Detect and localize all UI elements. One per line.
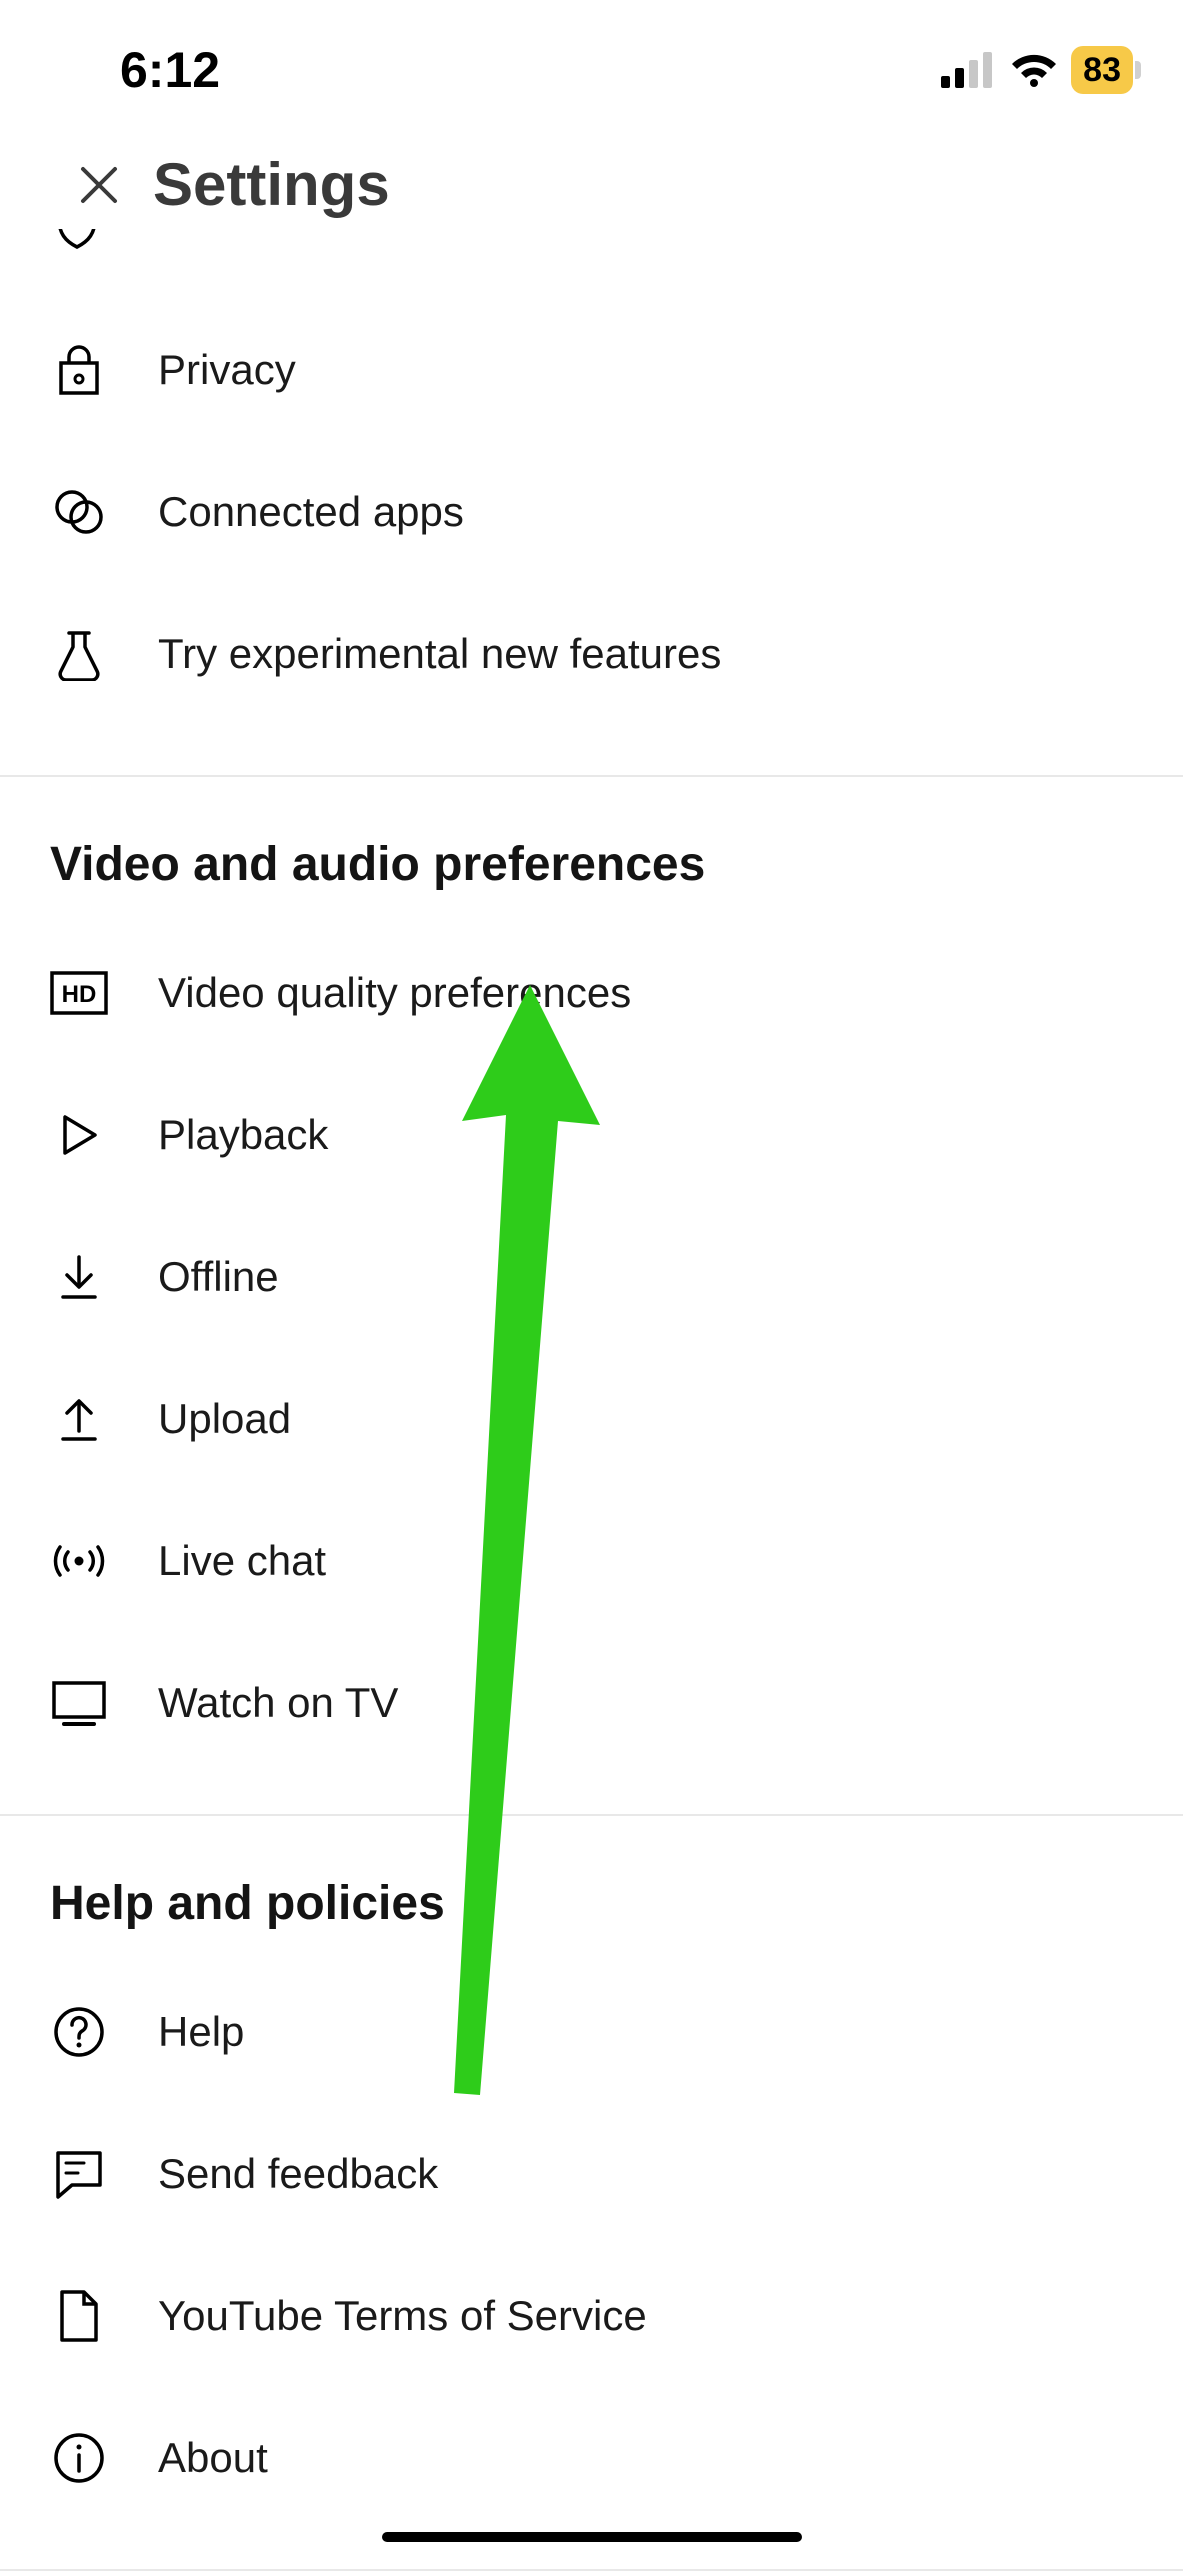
status-bar: 6:12 83 [0, 0, 1183, 130]
lock-icon [50, 341, 108, 399]
menu-item-playback[interactable]: Playback [0, 1064, 1183, 1206]
live-icon [50, 1532, 108, 1590]
menu-item-label: YouTube Terms of Service [158, 2291, 647, 2341]
menu-item-terms[interactable]: YouTube Terms of Service [0, 2245, 1183, 2387]
menu-item-label: About [158, 2433, 268, 2483]
section-title-video: Video and audio preferences [0, 777, 1183, 922]
question-icon [50, 2003, 108, 2061]
status-icons-group: 83 [941, 46, 1133, 94]
page-title: Settings [153, 150, 390, 219]
battery-percent: 83 [1083, 51, 1121, 90]
menu-item-privacy[interactable]: Privacy [0, 299, 1183, 441]
close-icon[interactable] [75, 161, 123, 209]
cellular-signal-icon [941, 52, 997, 88]
menu-item-label: Video quality preferences [158, 968, 631, 1018]
menu-item-experimental[interactable]: Try experimental new features [0, 583, 1183, 725]
shield-icon [50, 229, 104, 249]
menu-item-watch-on-tv[interactable]: Watch on TV [0, 1632, 1183, 1774]
menu-item-label: Offline [158, 1252, 279, 1302]
tv-icon [50, 1674, 108, 1732]
menu-item-label: Try experimental new features [158, 629, 721, 679]
menu-item-upload[interactable]: Upload [0, 1348, 1183, 1490]
menu-item-live-chat[interactable]: Live chat [0, 1490, 1183, 1632]
play-icon [50, 1106, 108, 1164]
connected-circles-icon [50, 483, 108, 541]
menu-item-label: Help [158, 2007, 244, 2057]
battery-indicator: 83 [1071, 46, 1133, 94]
menu-item-your-data[interactable]: Your data in YouTube [0, 229, 1183, 299]
section-account-continued: Privacy Connected apps Try experimental … [0, 299, 1183, 777]
feedback-icon [50, 2145, 108, 2203]
info-icon [50, 2429, 108, 2487]
section-title-help: Help and policies [0, 1816, 1183, 1961]
menu-item-send-feedback[interactable]: Send feedback [0, 2103, 1183, 2245]
svg-text:HD: HD [62, 981, 97, 1008]
upload-icon [50, 1390, 108, 1448]
menu-item-about[interactable]: About [0, 2387, 1183, 2529]
menu-item-label: Send feedback [158, 2149, 438, 2199]
section-video-audio: Video and audio preferences HD Video qua… [0, 777, 1183, 1816]
menu-item-help[interactable]: Help [0, 1961, 1183, 2103]
menu-item-label: Live chat [158, 1536, 326, 1586]
menu-item-connected-apps[interactable]: Connected apps [0, 441, 1183, 583]
menu-item-label: Playback [158, 1110, 328, 1160]
home-indicator[interactable] [382, 2532, 802, 2542]
menu-item-label: Upload [158, 1394, 291, 1444]
download-icon [50, 1248, 108, 1306]
wifi-icon [1009, 51, 1059, 89]
menu-item-label: Watch on TV [158, 1678, 398, 1728]
menu-item-video-quality[interactable]: HD Video quality preferences [0, 922, 1183, 1064]
document-icon [50, 2287, 108, 2345]
menu-item-offline[interactable]: Offline [0, 1206, 1183, 1348]
menu-item-label: Privacy [158, 345, 296, 395]
status-time: 6:12 [120, 41, 220, 99]
hd-icon: HD [50, 964, 108, 1022]
flask-icon [50, 625, 108, 683]
menu-item-label: Connected apps [158, 487, 464, 537]
section-help-policies: Help and policies Help Send feedback [0, 1816, 1183, 2571]
